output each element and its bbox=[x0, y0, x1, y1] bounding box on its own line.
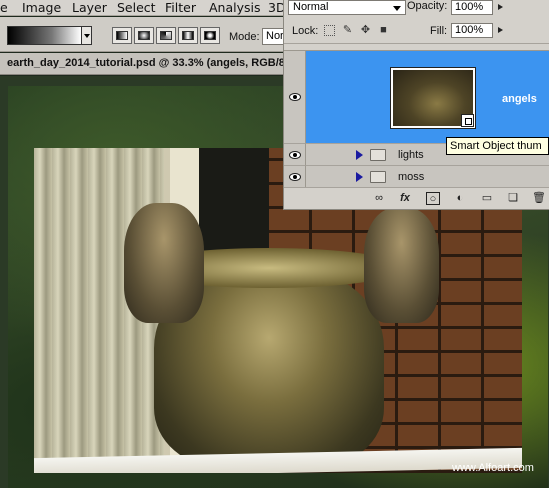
menu-item-filter[interactable]: Filter bbox=[165, 0, 196, 16]
link-layers-icon[interactable]: ∞ bbox=[372, 192, 386, 205]
layer-visibility-moss[interactable] bbox=[284, 165, 306, 188]
reflected-gradient-button[interactable] bbox=[178, 27, 198, 44]
adjustment-layer-icon[interactable]: ◐ bbox=[453, 192, 467, 205]
opacity-input[interactable]: 100% bbox=[451, 0, 493, 15]
layer-visibility-lights[interactable] bbox=[284, 143, 306, 165]
tooltip: Smart Object thum bbox=[446, 137, 549, 155]
layers-panel-footer: ∞ fx ○ ◐ ▭ ❏ 🗑 bbox=[284, 187, 549, 209]
folder-icon bbox=[370, 149, 386, 161]
eye-icon[interactable] bbox=[289, 93, 301, 101]
layer-thumbnail-angels[interactable] bbox=[390, 67, 476, 129]
folder-icon bbox=[370, 171, 386, 183]
opacity-slider-arrow[interactable] bbox=[496, 0, 506, 15]
watermark: www.Alfoart.com bbox=[452, 462, 534, 474]
gradient-picker-dropdown[interactable] bbox=[82, 26, 92, 45]
menu-item-image[interactable]: Image bbox=[22, 0, 61, 16]
layers-list: angels lights moss bbox=[284, 50, 549, 188]
angel-statue-right bbox=[364, 208, 439, 323]
layer-name-angels: angels bbox=[502, 93, 537, 105]
trash-icon[interactable]: 🗑 bbox=[532, 192, 546, 205]
fx-icon[interactable]: fx bbox=[398, 192, 412, 205]
panel-divider bbox=[284, 43, 549, 44]
layer-visibility-angels[interactable] bbox=[284, 51, 306, 143]
diamond-gradient-button[interactable] bbox=[200, 27, 220, 44]
lock-brush-icon[interactable]: ✎ bbox=[342, 25, 353, 36]
lock-label: Lock: bbox=[292, 25, 319, 37]
layers-panel: Normal Opacity: 100% Lock: ✎ ✥ ■ Fill: 1… bbox=[283, 0, 549, 210]
lock-all-icon[interactable]: ■ bbox=[378, 25, 389, 36]
menu-item-layer[interactable]: Layer bbox=[72, 0, 107, 16]
fill-label: Fill: bbox=[430, 25, 448, 37]
angle-gradient-button[interactable] bbox=[156, 27, 176, 44]
blend-mode-select[interactable]: Normal bbox=[288, 0, 406, 15]
menu-item-select[interactable]: Select bbox=[117, 0, 156, 16]
menu-item-edit[interactable]: e bbox=[0, 0, 8, 16]
lock-transparent-icon[interactable] bbox=[324, 25, 335, 36]
lock-move-icon[interactable]: ✥ bbox=[360, 25, 371, 36]
expand-triangle-icon[interactable] bbox=[356, 172, 363, 182]
linear-gradient-button[interactable] bbox=[112, 27, 132, 44]
layer-row-moss[interactable]: moss bbox=[306, 165, 549, 188]
document-tab[interactable]: earth_day_2014_tutorial.psd @ 33.3% (ang… bbox=[0, 53, 285, 75]
new-group-icon[interactable]: ▭ bbox=[480, 192, 494, 205]
document-title: earth_day_2014_tutorial.psd @ 33.3% (ang… bbox=[7, 57, 285, 69]
fill-input[interactable]: 100% bbox=[451, 23, 493, 38]
add-mask-icon[interactable]: ○ bbox=[426, 192, 440, 205]
smart-object-icon bbox=[461, 114, 474, 127]
layer-name-lights: lights bbox=[398, 149, 424, 161]
radial-gradient-button[interactable] bbox=[134, 27, 154, 44]
layer-name-moss: moss bbox=[398, 171, 425, 183]
gradient-preview[interactable] bbox=[7, 26, 82, 45]
opacity-label: Opacity: bbox=[407, 0, 448, 12]
fill-slider-arrow[interactable] bbox=[496, 23, 506, 38]
new-layer-icon[interactable]: ❏ bbox=[506, 192, 520, 205]
expand-triangle-icon[interactable] bbox=[356, 150, 363, 160]
mode-label: Mode: bbox=[229, 31, 260, 43]
menu-item-analysis[interactable]: Analysis bbox=[209, 0, 261, 16]
eye-icon[interactable] bbox=[289, 151, 301, 159]
layer-row-angels[interactable]: angels bbox=[306, 51, 549, 143]
angel-statue-left bbox=[124, 203, 204, 323]
eye-icon[interactable] bbox=[289, 173, 301, 181]
